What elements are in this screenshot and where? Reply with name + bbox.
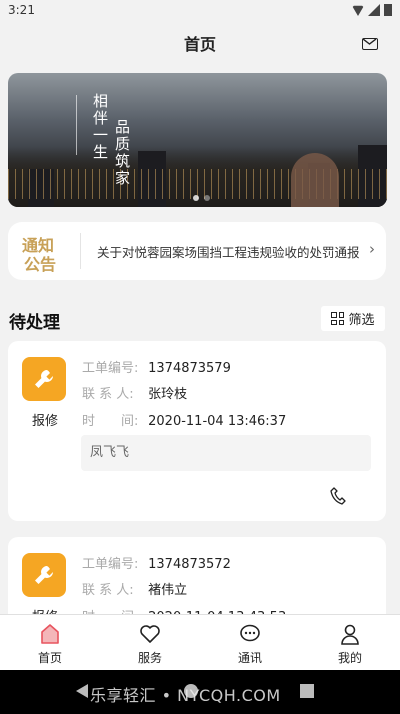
time-row: 时 间: 2020-11-04 13:46:37 xyxy=(82,410,286,429)
order-number-label: 工单编号: xyxy=(82,361,139,376)
pending-title: 待处理 xyxy=(9,313,60,333)
contact-name: 张玲枝 xyxy=(148,387,188,402)
order-type: 报修 xyxy=(31,414,58,429)
order-number-row: 工单编号: 1374873579 xyxy=(82,357,231,376)
chat-icon xyxy=(240,624,260,642)
heart-icon xyxy=(140,625,160,643)
system-nav-bar: 乐享轻汇 • NYCQH.COM xyxy=(0,670,400,714)
tab-home-label: 首页 xyxy=(37,651,62,665)
home-icon xyxy=(41,624,59,644)
time-label: 时 间: xyxy=(82,414,139,429)
contact-row: 联 系 人: 张玲枝 xyxy=(82,383,187,402)
filter-button[interactable]: 筛选 xyxy=(321,306,385,331)
notice-bar[interactable]: 通知 公告 关于对悦蓉园案场围挡工程违规验收的处罚通报 › xyxy=(8,222,386,280)
notice-logo: 通知 公告 xyxy=(22,232,68,274)
order-number: 1374873579 xyxy=(148,361,231,376)
user-icon xyxy=(341,624,359,645)
bottom-tab-bar: 首页 服务 通讯 我的 xyxy=(0,614,400,671)
wrench-icon xyxy=(22,553,66,597)
tab-home[interactable]: 首页 xyxy=(0,615,100,671)
order-number-row: 工单编号: 1374873572 xyxy=(82,553,231,572)
order-number-label: 工单编号: xyxy=(82,557,139,572)
status-bar: 3:21 xyxy=(0,0,400,22)
contact-name: 褚伟立 xyxy=(148,583,188,598)
order-time: 2020-11-04 13:46:37 xyxy=(148,414,287,429)
battery-icon xyxy=(384,4,392,16)
carousel-dot-active[interactable] xyxy=(193,195,199,201)
carousel-dot[interactable] xyxy=(204,195,210,201)
banner-carousel[interactable]: 相伴一生 品质筑家 xyxy=(8,73,387,207)
banner-brand-mark xyxy=(76,95,81,155)
notice-divider xyxy=(80,233,81,269)
order-number: 1374873572 xyxy=(148,557,231,572)
order-note: 凤飞飞 xyxy=(81,435,371,471)
work-order-card[interactable]: 报修 工单编号: 1374873579 联 系 人: 张玲枝 时 间: 2020… xyxy=(8,341,386,521)
watermark: 乐享轻汇 • NYCQH.COM xyxy=(90,686,281,705)
recent-apps-icon[interactable] xyxy=(300,684,314,698)
system-icons xyxy=(352,4,392,16)
grid-icon xyxy=(331,312,345,325)
app-header: 首页 xyxy=(0,22,400,70)
notice-logo-line2: 公告 xyxy=(24,255,57,274)
filter-label: 筛选 xyxy=(348,313,375,328)
tab-profile-label: 我的 xyxy=(337,651,362,665)
tab-contacts-label: 通讯 xyxy=(237,651,262,665)
contact-label: 联 系 人: xyxy=(82,583,134,598)
signal-icon xyxy=(368,4,380,16)
notice-text[interactable]: 关于对悦蓉园案场围挡工程违规验收的处罚通报 xyxy=(97,242,360,261)
wifi-icon xyxy=(352,5,364,16)
status-time: 3:21 xyxy=(8,3,35,17)
tab-profile[interactable]: 我的 xyxy=(300,615,400,671)
banner-slogan-1: 相伴一生 xyxy=(91,93,109,161)
wrench-icon xyxy=(22,357,66,401)
page-title: 首页 xyxy=(183,35,216,54)
banner-sculpture xyxy=(291,153,339,207)
tab-service[interactable]: 服务 xyxy=(100,615,200,671)
tab-service-label: 服务 xyxy=(137,651,162,665)
mail-icon[interactable] xyxy=(362,38,378,50)
contact-label: 联 系 人: xyxy=(82,387,134,402)
tab-contacts[interactable]: 通讯 xyxy=(200,615,300,671)
phone-icon[interactable] xyxy=(330,487,346,505)
back-icon[interactable] xyxy=(76,684,88,698)
contact-row: 联 系 人: 褚伟立 xyxy=(82,579,187,598)
chevron-right-icon[interactable]: › xyxy=(369,240,375,258)
banner-slogan-2: 品质筑家 xyxy=(113,119,131,187)
